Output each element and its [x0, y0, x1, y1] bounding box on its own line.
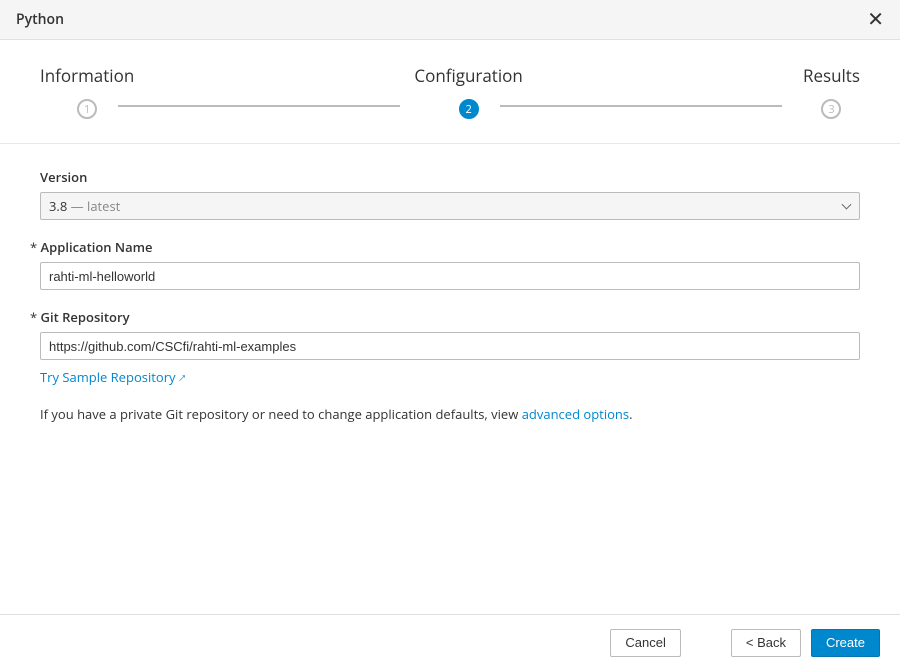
- step-configuration[interactable]: Configuration 2: [414, 64, 522, 119]
- dialog-footer: Cancel < Back Create: [0, 614, 900, 670]
- version-value: 3.8: [49, 197, 67, 215]
- back-button[interactable]: < Back: [731, 629, 801, 657]
- external-link-icon: ↑: [174, 368, 191, 385]
- close-button[interactable]: ✕: [867, 10, 884, 30]
- appname-label: Application Name: [40, 238, 860, 256]
- dialog-header: Python ✕: [0, 0, 900, 40]
- version-group: Version 3.8 — latest: [40, 168, 860, 220]
- gitrepo-group: Git Repository Try Sample Repository ↑: [40, 308, 860, 387]
- step-information[interactable]: Information 1: [40, 64, 134, 119]
- config-form: Version 3.8 — latest Application Name Gi…: [0, 144, 900, 447]
- appname-input[interactable]: [40, 262, 860, 290]
- wizard-steps: Information 1 Configuration 2 Results 3: [0, 40, 900, 144]
- close-icon: ✕: [867, 9, 884, 31]
- gitrepo-label: Git Repository: [40, 308, 860, 326]
- cancel-button[interactable]: Cancel: [610, 629, 680, 657]
- help-text: If you have a private Git repository or …: [40, 405, 860, 423]
- step-connector: [118, 105, 400, 107]
- step-results[interactable]: Results 3: [803, 64, 860, 119]
- try-sample-link[interactable]: Try Sample Repository ↑: [40, 368, 186, 386]
- step-number-icon: 3: [821, 99, 841, 119]
- step-label: Information: [40, 64, 134, 87]
- gitrepo-input[interactable]: [40, 332, 860, 360]
- advanced-options-link[interactable]: advanced options: [522, 405, 629, 423]
- step-number-icon: 2: [459, 99, 479, 119]
- version-select[interactable]: 3.8 — latest: [40, 192, 860, 220]
- try-sample-text: Try Sample Repository: [40, 368, 176, 386]
- step-label: Results: [803, 64, 860, 87]
- create-button[interactable]: Create: [811, 629, 880, 657]
- step-number-icon: 1: [77, 99, 97, 119]
- appname-group: Application Name: [40, 238, 860, 290]
- version-label: Version: [40, 168, 860, 186]
- help-pre: If you have a private Git repository or …: [40, 405, 522, 423]
- step-label: Configuration: [414, 64, 522, 87]
- help-post: .: [629, 405, 632, 423]
- step-connector: [500, 105, 782, 107]
- dialog-title: Python: [16, 10, 64, 29]
- version-suffix: — latest: [67, 197, 120, 215]
